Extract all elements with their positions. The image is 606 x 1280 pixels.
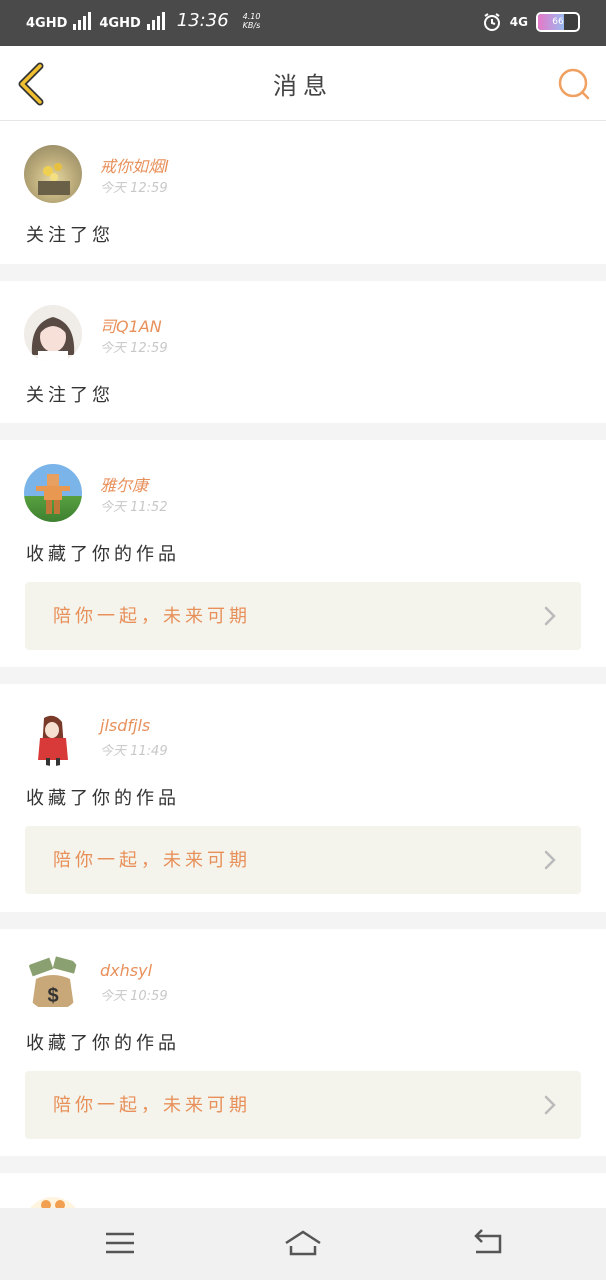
signal-icon	[73, 11, 92, 30]
message-item[interactable]: 司Q1AN 今天 12:59 关注了您	[0, 281, 606, 423]
network-type: 4G	[509, 15, 528, 29]
message-item[interactable]: jlsdfjls 今天 11:49 收藏了你的作品 陪你一起，未来可期	[0, 684, 606, 912]
work-title: 陪你一起，未来可期	[53, 606, 251, 627]
message-action: 收藏了你的作品	[26, 544, 180, 565]
app-header: 消息	[0, 46, 606, 121]
message-item[interactable]: $ dxhsyl 今天 10:59 收藏了你的作品 陪你一起，未来可期	[0, 929, 606, 1156]
avatar[interactable]	[24, 305, 82, 363]
menu-icon[interactable]	[100, 1226, 140, 1260]
signal-icon	[146, 11, 165, 30]
back-icon[interactable]	[468, 1226, 508, 1260]
anime-avatar-icon	[38, 715, 68, 766]
username[interactable]: 戒你如烟l	[100, 153, 168, 177]
work-card[interactable]: 陪你一起，未来可期	[25, 1071, 581, 1139]
chevron-right-icon	[544, 850, 556, 870]
sim1-signal: 4GHD	[26, 11, 92, 31]
battery-icon: 66	[536, 12, 580, 32]
sim1-label: 4GHD	[26, 15, 68, 31]
message-item[interactable]	[0, 1173, 606, 1213]
work-card[interactable]: 陪你一起，未来可期	[25, 582, 581, 650]
home-icon[interactable]	[283, 1226, 323, 1260]
chevron-right-icon	[544, 1095, 556, 1115]
message-time: 今天 11:49	[100, 744, 168, 759]
money-bag-avatar-icon: $	[28, 956, 78, 1007]
message-time: 今天 11:52	[100, 500, 168, 515]
alarm-icon	[483, 13, 500, 31]
system-nav-bar	[0, 1208, 606, 1280]
username[interactable]: 司Q1AN	[100, 313, 162, 337]
message-item[interactable]: 雅尔康 今天 11:52 收藏了你的作品 陪你一起，未来可期	[0, 440, 606, 667]
message-time: 今天 12:59	[100, 181, 168, 196]
work-card[interactable]: 陪你一起，未来可期	[25, 826, 581, 894]
username[interactable]: 雅尔康	[100, 472, 148, 496]
avatar[interactable]	[24, 708, 82, 766]
message-action: 收藏了你的作品	[26, 1033, 180, 1054]
username[interactable]: jlsdfjls	[100, 716, 150, 735]
avatar[interactable]	[24, 145, 82, 203]
work-title: 陪你一起，未来可期	[53, 1095, 251, 1116]
page-title: 消息	[273, 72, 333, 100]
net-speed: 4.10 KB/s	[243, 12, 261, 30]
battery-percent: 66	[552, 17, 564, 27]
avatar[interactable]: $	[24, 953, 82, 1011]
minecraft-avatar-icon	[36, 474, 70, 514]
svg-text:$: $	[47, 985, 58, 1007]
message-action: 关注了您	[26, 225, 114, 246]
clock: 13:36	[176, 10, 229, 31]
sim2-label: 4GHD	[99, 15, 141, 31]
message-action: 收藏了你的作品	[26, 788, 180, 809]
status-right: 4G 66	[482, 12, 580, 32]
message-action: 关注了您	[26, 385, 114, 406]
avatar[interactable]	[24, 464, 82, 522]
status-bar: 4GHD 4GHD 13:36 4.10 KB/s 4G 66	[0, 0, 606, 46]
search-icon[interactable]	[556, 66, 592, 102]
message-time: 今天 12:59	[100, 341, 168, 356]
username[interactable]: dxhsyl	[100, 961, 152, 980]
girl-avatar-icon	[31, 317, 75, 363]
status-left: 4GHD 4GHD 13:36 4.10 KB/s	[26, 10, 260, 31]
message-time: 今天 10:59	[100, 989, 168, 1004]
work-title: 陪你一起，未来可期	[53, 850, 251, 871]
chevron-right-icon	[544, 606, 556, 626]
net-speed-unit: KB/s	[242, 20, 261, 30]
sim2-signal: 4GHD	[99, 11, 165, 31]
net-speed-value: 4.10	[242, 11, 261, 21]
flower-avatar-icon	[38, 163, 70, 195]
message-item[interactable]: 戒你如烟l 今天 12:59 关注了您	[0, 121, 606, 264]
